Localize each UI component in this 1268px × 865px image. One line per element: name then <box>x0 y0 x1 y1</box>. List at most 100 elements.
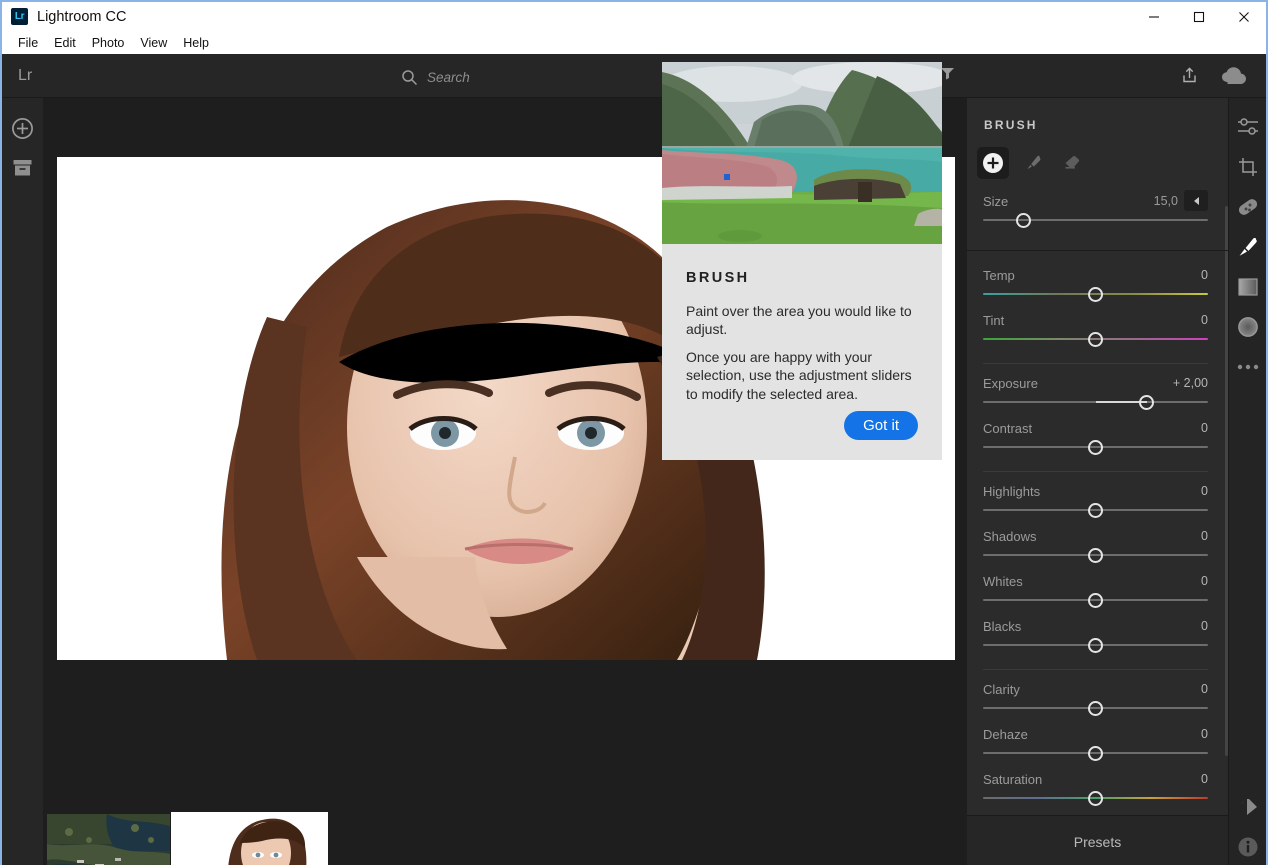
brush-paint-tool[interactable] <box>1017 147 1049 179</box>
got-it-button[interactable]: Got it <box>844 411 918 440</box>
menu-bar: File Edit Photo View Help <box>2 31 1266 54</box>
slider-tint[interactable]: Tint 0 <box>983 313 1208 358</box>
slider-clarity-knob[interactable] <box>1087 701 1103 716</box>
presets-bar[interactable]: Presets <box>967 815 1228 865</box>
slider-whites[interactable]: Whites 0 <box>983 574 1208 619</box>
slider-shadows-value: 0 <box>1201 529 1208 543</box>
thumb-portrait-woman[interactable] <box>171 812 328 865</box>
slider-group-divider <box>983 471 1208 472</box>
share-export-icon[interactable] <box>1180 66 1199 85</box>
slider-temp-label: Temp <box>983 268 1015 283</box>
window-title-bar: Lr Lightroom CC <box>2 2 1266 31</box>
thumb-portrait-image <box>174 815 325 865</box>
menu-help[interactable]: Help <box>175 34 217 52</box>
top-right-actions <box>1180 66 1248 85</box>
slider-tint-knob[interactable] <box>1087 332 1103 347</box>
slider-clarity[interactable]: Clarity 0 <box>983 682 1208 727</box>
tooltip-preview-image <box>662 62 942 244</box>
left-sidebar <box>2 98 43 865</box>
slider-clarity-label: Clarity <box>983 682 1020 697</box>
slider-size[interactable]: Size 15,0 <box>983 190 1208 239</box>
slider-shadows-knob[interactable] <box>1087 548 1103 563</box>
edit-sliders-icon[interactable] <box>1229 107 1267 147</box>
slider-tint-label: Tint <box>983 313 1005 328</box>
thumb-landscape-aerial[interactable] <box>47 814 170 865</box>
add-photos-button[interactable] <box>2 117 43 140</box>
slider-exposure[interactable]: Exposure + 2,00 <box>983 376 1208 421</box>
slider-contrast[interactable]: Contrast 0 <box>983 421 1208 466</box>
slider-dehaze-label: Dehaze <box>983 727 1028 742</box>
menu-edit[interactable]: Edit <box>46 34 84 52</box>
coachmark-title: BRUSH <box>686 270 750 286</box>
slider-contrast-label: Contrast <box>983 421 1033 436</box>
menu-photo[interactable]: Photo <box>84 34 133 52</box>
slider-highlights-knob[interactable] <box>1087 503 1103 518</box>
filter-funnel-icon[interactable] <box>940 66 955 80</box>
keyword-tag-icon[interactable] <box>1229 787 1267 827</box>
brush-erase-tool[interactable] <box>1057 147 1089 179</box>
menu-file[interactable]: File <box>10 34 46 52</box>
coachmark-paragraph-2: Once you are happy with your selection, … <box>686 348 912 402</box>
slider-whites-knob[interactable] <box>1087 593 1103 608</box>
slider-size-knob[interactable] <box>1015 213 1031 228</box>
slider-temp-value: 0 <box>1201 268 1208 282</box>
maximize-button[interactable] <box>1176 2 1221 31</box>
slider-size-value: 15,0 <box>1153 194 1178 208</box>
slider-clarity-value: 0 <box>1201 682 1208 696</box>
slider-highlights-label: Highlights <box>983 484 1041 499</box>
size-collapse-button[interactable] <box>1184 190 1208 211</box>
menu-view[interactable]: View <box>132 34 175 52</box>
coachmark-paragraph-1: Paint over the area you would like to ad… <box>686 303 912 338</box>
tool-icon-rail <box>1228 98 1266 865</box>
search-placeholder: Search <box>427 69 470 85</box>
slider-contrast-value: 0 <box>1201 421 1208 435</box>
brush-size-section: Size 15,0 <box>983 190 1208 239</box>
slider-group-divider <box>983 363 1208 364</box>
slider-exposure-label: Exposure <box>983 376 1038 391</box>
slider-saturation-label: Saturation <box>983 772 1043 787</box>
coachmark-body: Paint over the area you would like to ad… <box>686 302 918 403</box>
albums-button[interactable] <box>2 158 43 178</box>
linear-gradient-icon[interactable] <box>1229 267 1267 307</box>
slider-dehaze[interactable]: Dehaze 0 <box>983 727 1208 772</box>
presets-label: Presets <box>1073 833 1122 850</box>
crop-icon[interactable] <box>1229 147 1267 187</box>
slider-contrast-knob[interactable] <box>1087 440 1103 455</box>
panel-divider <box>967 250 1228 251</box>
slider-saturation-value: 0 <box>1201 772 1208 786</box>
slider-saturation[interactable]: Saturation 0 <box>983 772 1208 817</box>
lr-logo-icon: Lr <box>11 8 28 25</box>
slider-whites-label: Whites <box>983 574 1023 589</box>
healing-brush-icon[interactable] <box>1229 187 1267 227</box>
adjustment-sliders: Temp 0 Tint 0 Exposure + 2,00 Contrast 0 Highlig… <box>983 268 1208 817</box>
minimize-button[interactable] <box>1131 2 1176 31</box>
thumb-landscape-image <box>47 814 170 865</box>
slider-size-label: Size <box>983 194 1009 209</box>
radial-gradient-icon[interactable] <box>1229 307 1267 347</box>
slider-blacks-knob[interactable] <box>1087 638 1103 653</box>
slider-shadows[interactable]: Shadows 0 <box>983 529 1208 574</box>
slider-temp[interactable]: Temp 0 <box>983 268 1208 313</box>
cloud-sync-icon[interactable] <box>1221 66 1248 85</box>
slider-blacks-value: 0 <box>1201 619 1208 633</box>
brush-icon[interactable] <box>1229 227 1267 267</box>
lightroom-window: Lr Lightroom CC File Edit Photo View Hel… <box>0 0 1268 865</box>
window-title: Lightroom CC <box>37 8 127 25</box>
slider-temp-knob[interactable] <box>1087 287 1103 302</box>
window-controls <box>1131 2 1266 31</box>
slider-highlights[interactable]: Highlights 0 <box>983 484 1208 529</box>
brush-tool-group <box>977 147 1089 179</box>
slider-exposure-knob[interactable] <box>1139 395 1155 410</box>
info-icon[interactable] <box>1229 827 1267 865</box>
slider-dehaze-knob[interactable] <box>1087 746 1103 761</box>
lightroom-brand-mark: Lr <box>18 67 33 84</box>
close-button[interactable] <box>1221 2 1266 31</box>
panel-title: BRUSH <box>984 118 1038 132</box>
slider-saturation-knob[interactable] <box>1087 791 1103 806</box>
more-options-icon[interactable] <box>1229 347 1267 387</box>
search-icon <box>401 69 418 86</box>
slider-blacks-label: Blacks <box>983 619 1022 634</box>
slider-group-divider <box>983 669 1208 670</box>
slider-blacks[interactable]: Blacks 0 <box>983 619 1208 664</box>
brush-add-tool[interactable] <box>977 147 1009 179</box>
